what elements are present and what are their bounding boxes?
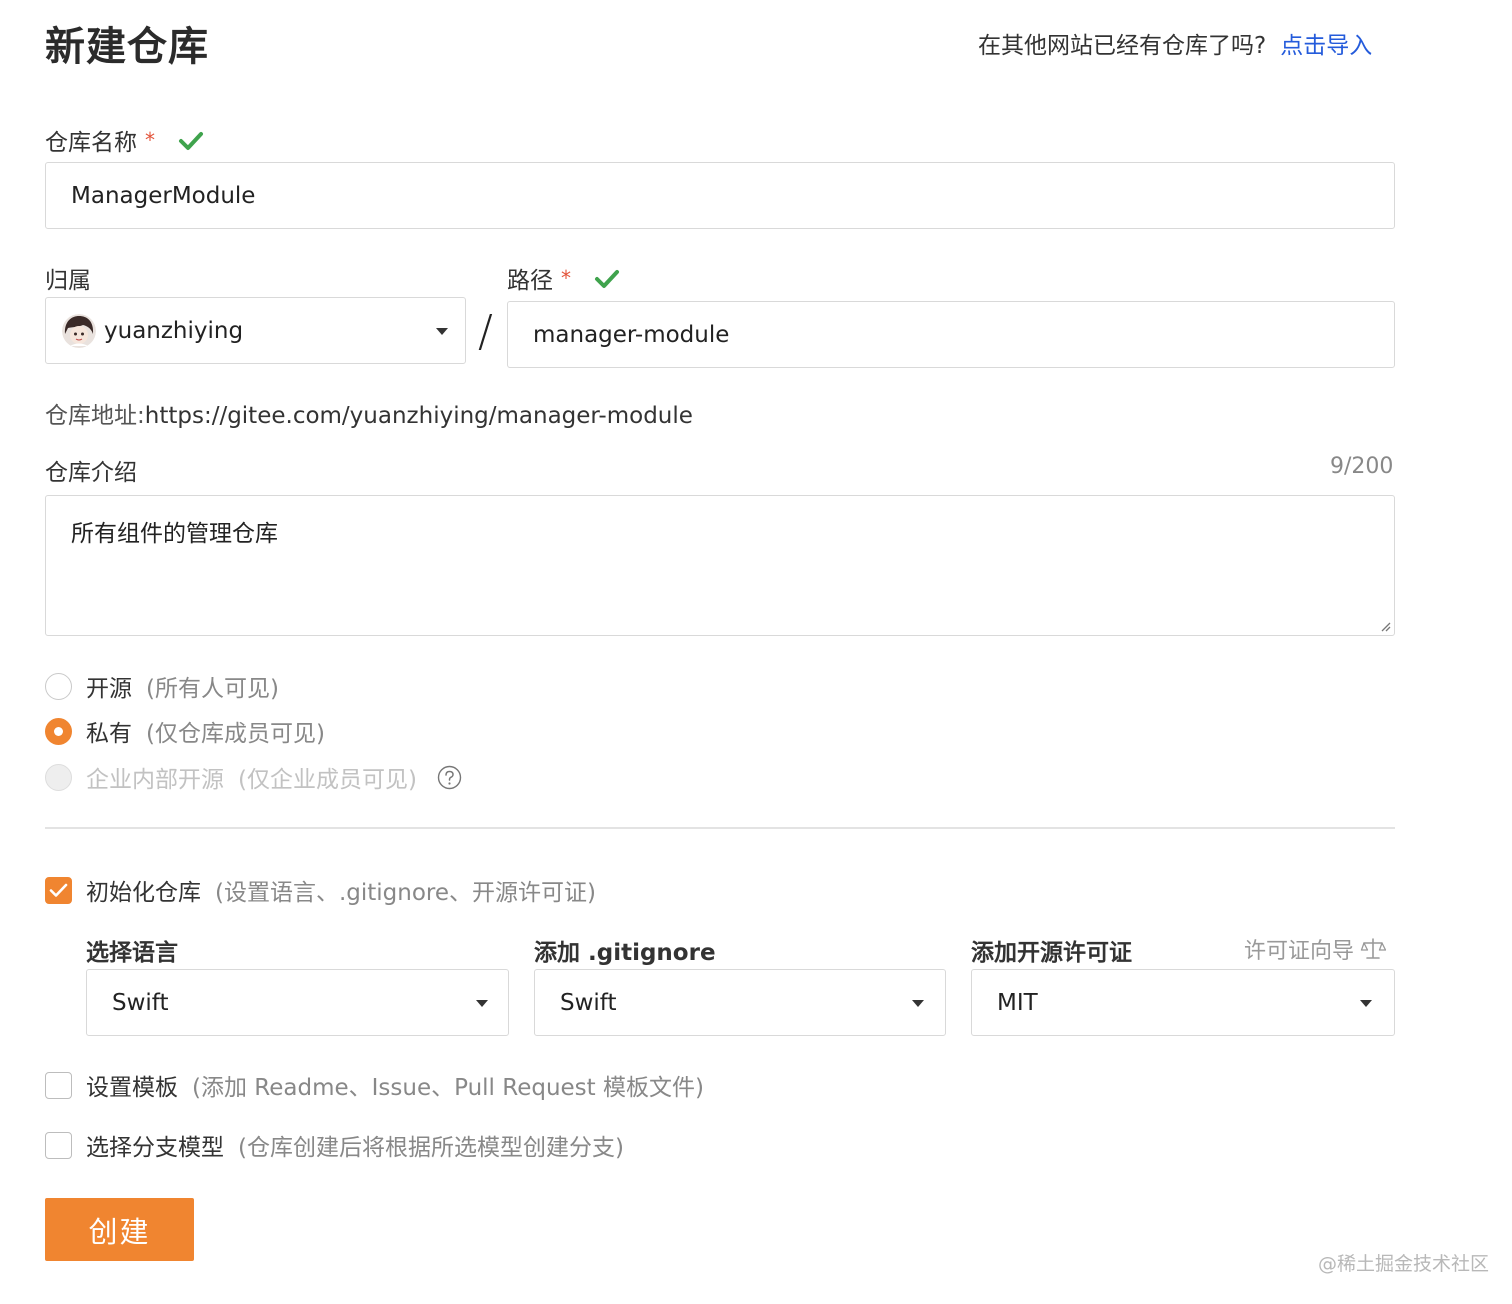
template-hint: (添加 Readme、Issue、Pull Request 模板文件) [192, 1075, 704, 1101]
repo-name-input[interactable]: ManagerModule [45, 162, 1395, 229]
gitignore-value: Swift [560, 989, 617, 1016]
template-label: 设置模板 [86, 1075, 178, 1101]
import-link[interactable]: 点击导入 [1280, 33, 1372, 59]
watermark: @稀土掘金技术社区 [1318, 1253, 1490, 1275]
create-button[interactable]: 创建 [45, 1198, 194, 1261]
path-label: 路径 * [507, 261, 620, 295]
checkmark-icon [49, 883, 68, 897]
path-input[interactable]: manager-module [507, 301, 1395, 368]
owner-select[interactable]: yuanzhiying [45, 297, 466, 364]
repo-name-label: 仓库名称 * [45, 123, 204, 157]
language-label: 选择语言 [86, 940, 178, 966]
help-icon[interactable] [437, 765, 462, 790]
gitignore-label: 添加 .gitignore [534, 940, 716, 966]
path-separator: / [478, 306, 493, 357]
divider [45, 827, 1395, 829]
path-label-text: 路径 [507, 268, 553, 294]
license-select[interactable]: MIT [971, 969, 1395, 1036]
branch-model-checkbox[interactable] [45, 1131, 72, 1159]
visibility-option-enterprise: 企业内部开源 (仅企业成员可见) [45, 760, 462, 794]
branch-model-hint: (仓库创建后将根据所选模型创建分支) [238, 1135, 624, 1161]
description-counter: 9/200 [1330, 454, 1394, 479]
branch-model-label: 选择分支模型 [86, 1135, 224, 1161]
avatar [62, 313, 96, 348]
valid-check-icon [179, 131, 204, 150]
language-value: Swift [112, 989, 169, 1016]
visibility-option-label: 私有 [86, 721, 132, 747]
license-value: MIT [997, 989, 1038, 1016]
init-repo-checkbox[interactable] [45, 876, 72, 904]
init-repo-hint: (设置语言、.gitignore、开源许可证) [215, 880, 597, 906]
chevron-down-icon [476, 1000, 488, 1007]
gitignore-select[interactable]: Swift [534, 969, 946, 1036]
owner-label: 归属 [45, 268, 91, 294]
required-mark: * [145, 128, 155, 152]
balance-scale-icon [1360, 938, 1387, 959]
license-label: 添加开源许可证 [971, 940, 1132, 966]
import-hint-text: 在其他网站已经有仓库了吗? [978, 33, 1267, 59]
repo-address-url: https://gitee.com/yuanzhiying/manager-mo… [144, 403, 693, 429]
visibility-option-hint: (所有人可见) [146, 676, 279, 702]
init-repo-label: 初始化仓库 [86, 880, 201, 906]
repo-name-label-text: 仓库名称 [45, 130, 137, 156]
owner-value: yuanzhiying [104, 317, 244, 344]
template-option[interactable]: 设置模板 (添加 Readme、Issue、Pull Request 模板文件) [45, 1068, 704, 1102]
visibility-option-hint: (仅企业成员可见) [238, 767, 417, 793]
chevron-down-icon [912, 1000, 924, 1007]
visibility-option-public[interactable]: 开源 (所有人可见) [45, 669, 279, 703]
visibility-option-hint: (仅仓库成员可见) [146, 721, 325, 747]
chevron-down-icon [436, 328, 448, 335]
radio-enterprise [45, 763, 72, 791]
required-mark: * [561, 266, 571, 290]
resize-handle-icon[interactable] [1379, 620, 1391, 632]
page-title: 新建仓库 [45, 24, 209, 70]
description-label: 仓库介绍 [45, 460, 137, 486]
visibility-option-label: 企业内部开源 [86, 767, 224, 793]
repo-address-label: 仓库地址: [45, 403, 145, 429]
radio-public[interactable] [45, 672, 72, 700]
branch-model-option[interactable]: 选择分支模型 (仓库创建后将根据所选模型创建分支) [45, 1128, 624, 1162]
path-value: manager-module [533, 321, 730, 348]
init-repo-option[interactable]: 初始化仓库 (设置语言、.gitignore、开源许可证) [45, 873, 596, 907]
license-guide-link[interactable]: 许可证向导 [1244, 933, 1387, 965]
description-value: 所有组件的管理仓库 [71, 521, 278, 547]
template-checkbox[interactable] [45, 1071, 72, 1099]
repo-name-value: ManagerModule [71, 182, 256, 209]
radio-private[interactable] [45, 717, 72, 745]
repo-address: 仓库地址:https://gitee.com/yuanzhiying/manag… [45, 396, 693, 430]
visibility-option-label: 开源 [86, 676, 132, 702]
chevron-down-icon [1360, 1000, 1372, 1007]
description-textarea[interactable]: 所有组件的管理仓库 [45, 495, 1395, 636]
language-select[interactable]: Swift [86, 969, 509, 1036]
visibility-option-private[interactable]: 私有 (仅仓库成员可见) [45, 714, 325, 748]
import-hint: 在其他网站已经有仓库了吗? 点击导入 [978, 26, 1372, 60]
license-guide-text: 许可证向导 [1244, 939, 1355, 964]
valid-check-icon [595, 269, 620, 288]
